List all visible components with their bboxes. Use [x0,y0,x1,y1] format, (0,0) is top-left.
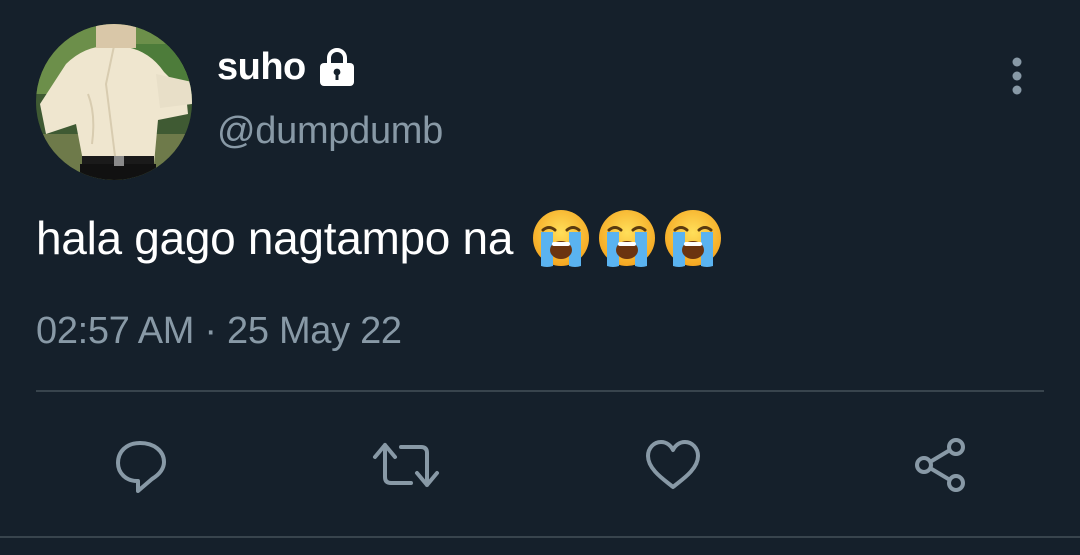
tweet-body: hala gago nagtampo na [36,206,723,270]
share-icon [915,438,965,492]
tweet-detail: suho @dumpdumb hala gago nagtampo na 02:… [0,0,1080,555]
action-bar [0,425,1080,505]
loudly-crying-face-icon [533,210,590,267]
profile-photo [36,24,192,180]
reply-bubble-icon [116,441,166,493]
heart-icon [646,440,700,489]
retweet-button[interactable] [366,425,446,505]
display-name[interactable]: suho [217,46,306,89]
loudly-crying-face-icon [665,210,722,267]
emoji-group [531,208,723,268]
like-button[interactable] [633,425,713,505]
more-options-button[interactable] [996,52,1038,100]
share-button[interactable] [900,425,980,505]
avatar[interactable] [36,24,192,180]
loudly-crying-face-icon [599,210,656,267]
tweet-timestamp[interactable]: 02:57 AM · 25 May 22 [36,310,402,353]
divider [36,390,1044,392]
lock-icon [319,48,354,86]
retweet-icon [373,443,439,487]
reply-button[interactable] [100,425,180,505]
display-name-row: suho [217,44,358,90]
tweet-text: hala gago nagtampo na [36,212,514,264]
more-vertical-icon [1012,57,1022,95]
user-handle[interactable]: @dumpdumb [217,110,443,153]
bottom-divider [0,536,1080,538]
